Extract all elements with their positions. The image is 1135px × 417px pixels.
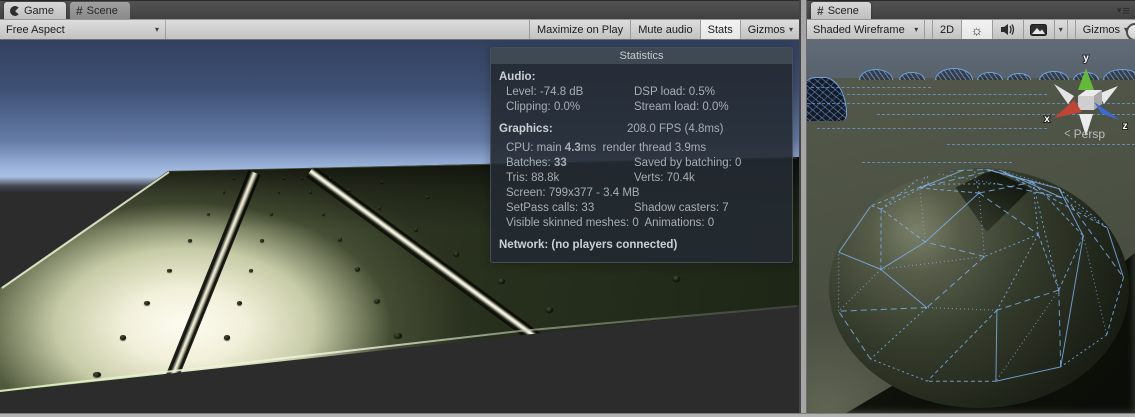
tab-scene-label: Scene: [828, 5, 859, 17]
scene-grid-icon: #: [76, 6, 83, 16]
scene-toolbar: Shaded Wireframe ▾ 2D ☼ ▾ G: [807, 19, 1135, 40]
network-heading: Network: (no players connected): [499, 238, 784, 253]
toolbar-separator: [1067, 20, 1075, 39]
stats-row-cpu: CPU: main 4.3ms render thread 3.9ms: [499, 141, 784, 156]
aspect-dropdown[interactable]: Free Aspect ▾: [0, 20, 166, 39]
axis-y-cone[interactable]: [1078, 68, 1094, 90]
audio-heading: Audio:: [499, 70, 784, 85]
chevron-down-icon: ▾: [1117, 5, 1122, 16]
scene-tabbar: # Scene ▾ ≡: [807, 0, 1135, 19]
game-panel: Game # Scene Free Aspect ▾ Maximize on P…: [0, 0, 800, 417]
2d-toggle-button[interactable]: 2D: [932, 20, 961, 39]
game-viewport[interactable]: Statistics Audio: Level: -74.8 dBDSP loa…: [0, 40, 800, 413]
lighting-toggle-button[interactable]: ☼: [961, 20, 992, 39]
persp-text: Persp: [1074, 127, 1105, 141]
tab-game[interactable]: Game: [4, 2, 66, 19]
chevron-down-icon: ▾: [1059, 25, 1063, 34]
chevron-left-icon: <: [1064, 127, 1070, 141]
search-icon[interactable]: [1126, 23, 1135, 40]
stats-row-tris: Tris: 88.8kVerts: 70.4k: [499, 171, 784, 186]
axis-x-label: x: [1044, 114, 1050, 125]
game-gizmos-button[interactable]: Gizmos ▾: [740, 20, 800, 39]
image-icon: [1030, 24, 1047, 36]
chevron-down-icon: ▾: [914, 25, 918, 34]
aspect-dropdown-label: Free Aspect: [6, 24, 65, 36]
game-gizmos-label: Gizmos: [748, 24, 785, 36]
stats-row-screen: Screen: 799x377 - 3.4 MB: [499, 186, 784, 201]
game-view-icon: [10, 6, 20, 16]
scene-grid-icon: #: [817, 6, 824, 16]
axis-orientation-gizmo[interactable]: y x z: [1040, 44, 1132, 140]
axis-y-label: y: [1083, 53, 1089, 64]
stats-button[interactable]: Stats: [700, 20, 740, 39]
statistics-panel: Statistics Audio: Level: -74.8 dBDSP loa…: [490, 47, 793, 263]
scene-panel: # Scene ▾ ≡ Shaded Wireframe ▾ 2D ☼: [807, 0, 1135, 417]
stats-row-graphics: Graphics:208.0 FPS (4.8ms): [499, 122, 784, 137]
stats-row-setpass: SetPass calls: 33Shadow casters: 7: [499, 201, 784, 216]
tab-scene-left[interactable]: # Scene: [70, 2, 130, 19]
window-bottom-edge: [0, 413, 1135, 417]
tab-menu-icon[interactable]: ▾ ≡: [1117, 5, 1130, 16]
tab-game-label: Game: [24, 5, 54, 17]
effects-dropdown-button[interactable]: ▾: [1054, 20, 1067, 39]
axis-z-label: z: [1123, 121, 1128, 132]
stats-row-skinned: Visible skinned meshes: 0 Animations: 0: [499, 216, 784, 231]
maximize-on-play-button[interactable]: Maximize on Play: [529, 20, 630, 39]
game-toolbar: Free Aspect ▾ Maximize on Play Mute audi…: [0, 19, 800, 40]
2d-label: 2D: [940, 24, 954, 36]
mute-audio-label: Mute audio: [638, 24, 692, 36]
toolbar-separator: [924, 20, 932, 39]
statistics-body: Audio: Level: -74.8 dBDSP load: 0.5% Cli…: [491, 64, 792, 262]
stats-row-batches: Batches: 33Saved by batching: 0: [499, 156, 784, 171]
game-tabbar: Game # Scene: [0, 0, 800, 19]
sun-icon: ☼: [971, 23, 984, 37]
mute-audio-button[interactable]: Mute audio: [630, 20, 699, 39]
render-mode-dropdown[interactable]: Shaded Wireframe ▾: [807, 20, 924, 39]
chevron-down-icon: ▾: [789, 25, 793, 34]
panel-splitter[interactable]: [799, 0, 807, 417]
axis-neg-z-cone[interactable]: [1054, 84, 1074, 104]
tab-scene[interactable]: # Scene: [811, 2, 871, 19]
audio-toggle-button[interactable]: [992, 20, 1023, 39]
statistics-title: Statistics: [491, 48, 792, 64]
hamburger-icon: ≡: [1122, 6, 1130, 15]
speaker-icon: [1000, 23, 1015, 36]
perspective-toggle[interactable]: < Persp: [1064, 127, 1105, 141]
gizmo-cube-front[interactable]: [1078, 96, 1094, 110]
maximize-on-play-label: Maximize on Play: [537, 24, 623, 36]
scene-gizmos-label: Gizmos: [1083, 24, 1120, 36]
chevron-down-icon: ▾: [155, 25, 159, 34]
tab-scene-label: Scene: [87, 5, 118, 17]
render-mode-label: Shaded Wireframe: [813, 24, 905, 36]
stats-row-audio-1: Level: -74.8 dBDSP load: 0.5%: [499, 85, 784, 100]
toolbar-spacer: [166, 20, 529, 39]
stats-label: Stats: [708, 24, 733, 36]
effects-toggle-button[interactable]: [1023, 20, 1054, 39]
scene-viewport[interactable]: y x z < Persp: [807, 40, 1135, 413]
stats-row-audio-2: Clipping: 0.0%Stream load: 0.0%: [499, 100, 784, 115]
plate-rail-left: [150, 170, 260, 413]
